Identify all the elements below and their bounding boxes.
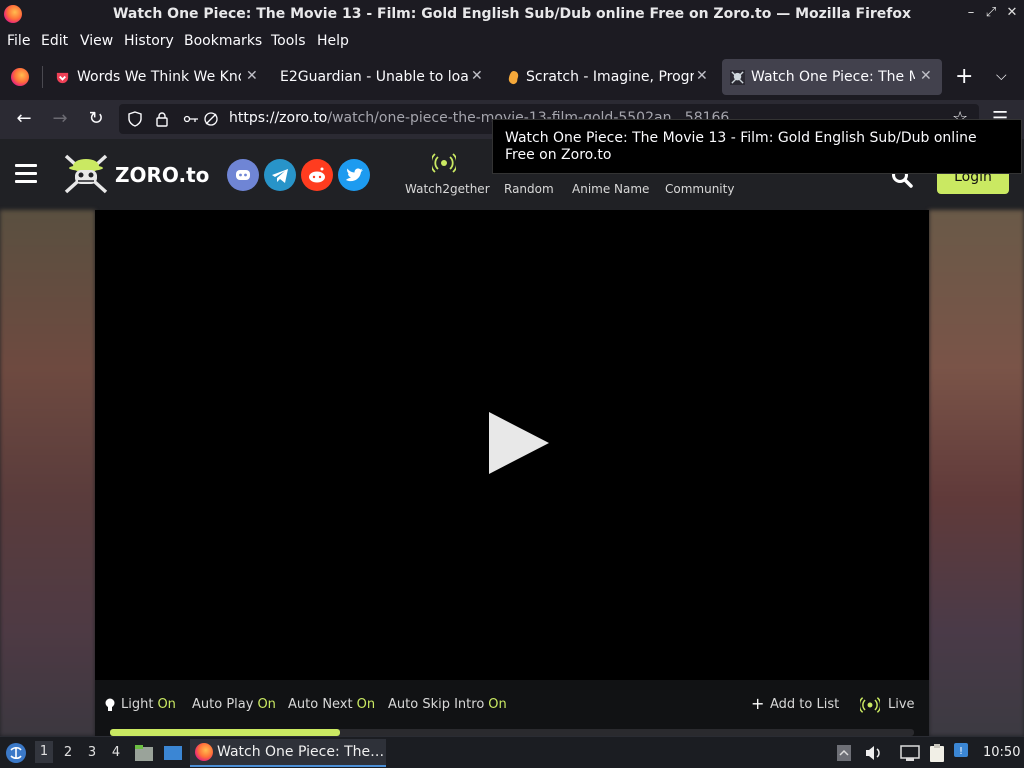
menu-history[interactable]: History	[124, 33, 174, 49]
firefox-view-icon[interactable]	[11, 68, 29, 86]
restore-icon[interactable]: ⤢	[983, 5, 999, 21]
live-button[interactable]: Live	[888, 697, 915, 712]
notification-icon[interactable]: !	[953, 742, 969, 758]
page-content: ZORO.to Watch2gether Random Anime Name C…	[0, 139, 1024, 736]
tab-close-icon[interactable]: ✕	[471, 68, 483, 84]
window-titlebar: Watch One Piece: The Movie 13 - Film: Go…	[0, 0, 1024, 29]
add-to-list-button[interactable]: Add to List	[770, 697, 839, 712]
nav-anime-name[interactable]: Anime Name	[572, 182, 649, 196]
pocket-icon	[56, 72, 69, 84]
tab-e2guardian[interactable]: E2Guardian - Unable to load ✕	[270, 59, 492, 95]
play-icon[interactable]	[489, 412, 549, 474]
progress-track[interactable]	[110, 729, 914, 736]
background-art-left	[0, 210, 95, 736]
tab-scratch[interactable]: Scratch - Imagine, Program ✕	[498, 59, 716, 95]
new-tab-icon[interactable]: +	[955, 64, 973, 89]
url-host: https://zoro.to	[229, 110, 328, 126]
tab-list-chevron-down-icon[interactable]: ⌵	[996, 68, 1007, 84]
toggle-autonext-state: On	[356, 697, 376, 712]
toggle-autoskip-state: On	[488, 697, 507, 712]
workspace-4[interactable]: 4	[107, 745, 125, 760]
tab-label: Watch One Piece: The M	[751, 69, 915, 85]
live-broadcast-icon	[860, 697, 880, 713]
clipboard-icon[interactable]	[928, 743, 946, 763]
toggle-autoplay[interactable]: Auto Play On	[192, 697, 276, 712]
zoro-logo-icon[interactable]	[63, 153, 109, 195]
twitter-icon[interactable]	[338, 159, 370, 191]
workspace-3[interactable]: 3	[83, 745, 101, 760]
workspace-1[interactable]: 1	[35, 741, 53, 763]
watch2gether-broadcast-icon[interactable]	[432, 152, 456, 174]
menu-bookmarks[interactable]: Bookmarks	[184, 33, 262, 49]
taskbar: 1 2 3 4 Watch One Piece: The… ! 10:50	[0, 736, 1024, 768]
telegram-icon[interactable]	[264, 159, 296, 191]
toggle-autoskip-intro[interactable]: Auto Skip Intro On	[388, 697, 507, 712]
workspace-2[interactable]: 2	[59, 745, 77, 760]
site-logo-text[interactable]: ZORO.to	[115, 163, 209, 187]
back-arrow-icon[interactable]: ←	[13, 109, 35, 131]
volume-icon[interactable]	[864, 744, 882, 762]
tab-separator	[42, 66, 43, 88]
lock-icon[interactable]	[155, 111, 169, 127]
plus-icon: +	[751, 694, 765, 713]
menu-edit[interactable]: Edit	[41, 33, 68, 49]
video-player[interactable]	[95, 210, 929, 680]
svg-text:!: !	[959, 746, 963, 757]
shield-icon[interactable]	[127, 111, 143, 127]
background-art-right	[929, 210, 1024, 736]
tab-close-icon[interactable]: ✕	[696, 68, 708, 84]
progress-fill	[110, 729, 340, 736]
zoro-favicon-icon	[730, 70, 745, 85]
tab-close-icon[interactable]: ✕	[246, 68, 258, 84]
menu-tools[interactable]: Tools	[271, 33, 306, 49]
tab-words[interactable]: Words We Think We Know ✕	[46, 59, 264, 95]
close-icon[interactable]: ✕	[1004, 5, 1020, 21]
toggle-autonext[interactable]: Auto Next On	[288, 697, 375, 712]
network-icon[interactable]	[900, 744, 920, 762]
toggle-autoskip-label: Auto Skip Intro	[388, 697, 485, 712]
menubar: File Edit View History Bookmarks Tools H…	[0, 29, 1024, 54]
menu-file[interactable]: File	[7, 33, 30, 49]
tray-arrow-icon[interactable]	[836, 744, 852, 762]
file-manager-icon[interactable]	[134, 743, 154, 763]
taskbar-firefox-task[interactable]: Watch One Piece: The…	[190, 739, 386, 767]
nav-community[interactable]: Community	[665, 182, 734, 196]
tracking-off-icon[interactable]	[203, 111, 219, 127]
toggle-autonext-label: Auto Next	[288, 697, 353, 712]
start-menu-icon[interactable]	[5, 742, 27, 764]
toggle-autoplay-state: On	[257, 697, 276, 712]
window-title: Watch One Piece: The Movie 13 - Film: Go…	[112, 6, 912, 22]
toggle-light[interactable]: Light On	[121, 697, 176, 712]
nav-watch2gether[interactable]: Watch2gether	[405, 182, 490, 196]
tab-label: Words We Think We Know	[77, 69, 241, 85]
reddit-icon[interactable]	[301, 159, 333, 191]
minimize-icon[interactable]: –	[963, 5, 979, 21]
reload-icon[interactable]: ↻	[85, 109, 107, 131]
tab-label: Scratch - Imagine, Program	[526, 69, 694, 85]
tab-zoro[interactable]: Watch One Piece: The M ✕	[722, 59, 942, 95]
menu-view[interactable]: View	[80, 33, 113, 49]
lightbulb-icon	[105, 698, 115, 711]
forward-arrow-icon[interactable]: →	[49, 109, 71, 131]
scratch-icon	[508, 70, 519, 85]
toggle-autoplay-label: Auto Play	[192, 697, 254, 712]
tab-label: E2Guardian - Unable to load	[280, 69, 468, 85]
taskbar-task-label: Watch One Piece: The…	[217, 744, 385, 760]
desktop-icon[interactable]	[163, 743, 183, 763]
permissions-icon[interactable]	[183, 112, 199, 126]
hamburger-menu-icon[interactable]	[15, 164, 37, 184]
discord-icon[interactable]	[227, 159, 259, 191]
nav-random[interactable]: Random	[504, 182, 554, 196]
menu-help[interactable]: Help	[317, 33, 349, 49]
firefox-task-icon	[195, 743, 213, 761]
player-controls-bar: Light On Auto Play On Auto Next On Auto Ski…	[95, 680, 929, 736]
clock: 10:50	[983, 745, 1021, 760]
tab-bar: Words We Think We Know ✕ E2Guardian - Un…	[0, 54, 1024, 100]
tab-close-icon[interactable]: ✕	[920, 68, 932, 84]
toggle-light-state: On	[157, 697, 176, 712]
tab-tooltip: Watch One Piece: The Movie 13 - Film: Go…	[492, 119, 1022, 174]
toggle-light-label: Light	[121, 697, 154, 712]
